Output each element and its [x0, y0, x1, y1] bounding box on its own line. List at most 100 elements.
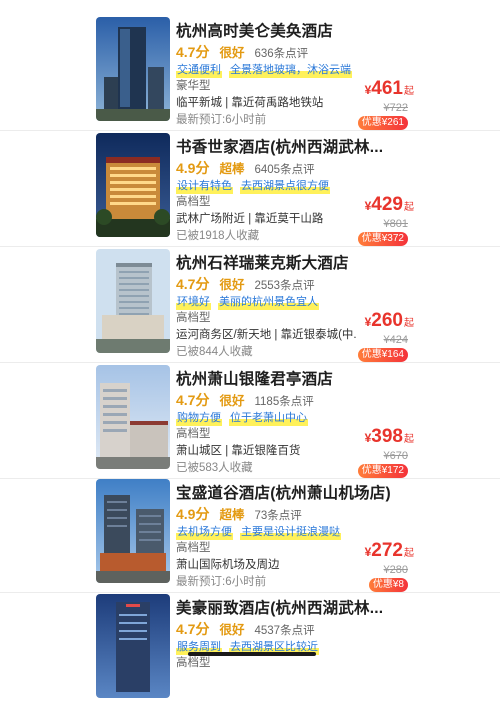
discount-badge: 优惠¥261: [357, 116, 408, 130]
rating-score: 4.9分: [176, 160, 210, 176]
price-amount: 260: [371, 310, 403, 331]
rating-score: 4.7分: [176, 276, 210, 292]
feature-tag: 位于老萧山中心: [229, 411, 308, 426]
hotel-photo-image: [96, 365, 170, 469]
price: ¥429起: [365, 194, 414, 216]
hotel-grade: 高档型: [176, 312, 211, 324]
feature-tags: 环境好 美丽的杭州景色宜人: [176, 292, 326, 310]
booking-note: 最新预订:6小时前: [176, 114, 267, 126]
review-count[interactable]: 6405条点评: [254, 164, 314, 176]
hotel-photo[interactable]: [96, 594, 170, 698]
feature-tag: 美丽的杭州景色宜人: [218, 295, 319, 310]
hotel-photo[interactable]: [96, 133, 170, 237]
hotel-photo[interactable]: [96, 17, 170, 121]
hotel-photo[interactable]: [96, 249, 170, 353]
hotel-name[interactable]: 杭州高时美仑美奂酒店: [176, 19, 476, 41]
rating-word: 很好: [219, 394, 245, 408]
hotel-card[interactable]: 美豪丽致酒店(杭州西湖武林... 4.7分 很好 4537条点评 服务周到 去西湖景区…: [0, 592, 500, 708]
price-amount: 429: [371, 194, 403, 215]
hotel-photo-image: [96, 479, 170, 583]
review-count[interactable]: 4537条点评: [254, 625, 314, 637]
price: ¥398起: [365, 426, 414, 448]
feature-tags: 购物方便 位于老萧山中心: [176, 408, 315, 426]
rating-score: 4.9分: [176, 506, 210, 522]
rating-score: 4.7分: [176, 621, 210, 637]
hotel-name[interactable]: 书香世家酒店(杭州西湖武林...: [176, 135, 476, 157]
feature-tag: 全景落地玻璃，沐浴云端: [229, 63, 352, 78]
price-amount: 272: [371, 540, 403, 561]
review-count[interactable]: 2553条点评: [254, 280, 314, 292]
rating-score: 4.7分: [176, 392, 210, 408]
price: ¥260起: [365, 310, 414, 332]
hotel-photo[interactable]: [96, 479, 170, 583]
rating-row: 4.9分 超棒 73条点评: [176, 504, 302, 522]
review-count[interactable]: 73条点评: [254, 510, 301, 522]
feature-tags: 去机场方便 主要是设计挺浪漫哒: [176, 522, 348, 540]
rating-row: 4.9分 超棒 6405条点评: [176, 158, 315, 176]
discount-badge: 优惠¥164: [357, 348, 408, 362]
hotel-name[interactable]: 宝盛道谷酒店(杭州萧山机场店): [176, 481, 476, 503]
price-amount: 398: [371, 426, 403, 447]
rating-word: 超棒: [219, 162, 245, 176]
hotel-location: 萧山城区 | 靠近银隆百货: [176, 445, 301, 457]
feature-tag: 去西湖景点很方便: [240, 179, 330, 194]
rating-row: 4.7分 很好 1185条点评: [176, 390, 314, 408]
rating-word: 很好: [219, 46, 245, 60]
booking-note: 最新预订:6小时前: [176, 576, 267, 588]
hotel-location: 临平新城 | 靠近荷禹路地铁站: [176, 97, 324, 109]
price: ¥461起: [365, 78, 414, 100]
discount-badge: 优惠¥172: [357, 464, 408, 478]
feature-tags: 交通便利 全景落地玻璃，沐浴云端: [176, 60, 359, 78]
price-suffix: 起: [404, 548, 414, 559]
hotel-grade: 高档型: [176, 657, 211, 669]
hotel-location: 运河商务区/新天地 | 靠近银泰城(中...: [176, 329, 356, 341]
price: ¥272起: [365, 540, 414, 562]
original-price: ¥424: [383, 334, 408, 346]
hotel-photo-image: [96, 249, 170, 353]
feature-tag: 主要是设计挺浪漫哒: [240, 525, 341, 540]
rating-word: 很好: [219, 278, 245, 292]
hotel-grade: 高档型: [176, 196, 211, 208]
booking-note: 已被1918人收藏: [176, 230, 260, 242]
hotel-location: 萧山国际机场及周边: [176, 559, 280, 571]
original-price: ¥722: [383, 102, 408, 114]
hotel-photo-image: [96, 594, 170, 698]
hotel-name[interactable]: 杭州萧山银隆君亭酒店: [176, 367, 476, 389]
rating-row: 4.7分 很好 4537条点评: [176, 619, 315, 637]
price-suffix: 起: [404, 318, 414, 329]
hotel-photo[interactable]: [96, 365, 170, 469]
feature-tags: 设计有特色 去西湖景点很方便: [176, 176, 337, 194]
price-amount: 461: [371, 78, 403, 99]
review-count[interactable]: 1185条点评: [254, 396, 313, 408]
feature-tag: 交通便利: [176, 63, 222, 78]
hotel-location: 武林广场附近 | 靠近莫干山路: [176, 213, 324, 225]
feature-tag: 环境好: [176, 295, 211, 310]
discount-badge: 优惠¥8: [368, 578, 408, 592]
home-indicator[interactable]: [188, 652, 316, 656]
hotel-photo-image: [96, 17, 170, 121]
hotel-grade: 高档型: [176, 542, 211, 554]
hotel-card[interactable]: 书香世家酒店(杭州西湖武林... 4.9分 超棒 6405条点评 设计有特色 去西湖景…: [0, 131, 500, 247]
original-price: ¥801: [383, 218, 408, 230]
feature-tag: 去机场方便: [176, 525, 233, 540]
hotel-grade: 高档型: [176, 428, 211, 440]
feature-tag: 设计有特色: [176, 179, 233, 194]
hotel-card[interactable]: 宝盛道谷酒店(杭州萧山机场店) 4.9分 超棒 73条点评 去机场方便 主要是设计挺浪…: [0, 477, 500, 593]
rating-row: 4.7分 很好 2553条点评: [176, 274, 315, 292]
original-price: ¥670: [383, 450, 408, 462]
hotel-name[interactable]: 美豪丽致酒店(杭州西湖武林...: [176, 596, 476, 618]
review-count[interactable]: 636条点评: [254, 48, 308, 60]
rating-word: 超棒: [219, 508, 245, 522]
discount-badge: 优惠¥372: [357, 232, 408, 246]
hotel-card[interactable]: 杭州萧山银隆君亭酒店 4.7分 很好 1185条点评 购物方便 位于老萧山中心 高档型…: [0, 363, 500, 479]
hotel-photo-image: [96, 133, 170, 237]
booking-note: 已被583人收藏: [176, 462, 253, 474]
hotel-card[interactable]: 杭州石祥瑞莱克斯大酒店 4.7分 很好 2553条点评 环境好 美丽的杭州景色宜人 高…: [0, 247, 500, 363]
rating-word: 很好: [219, 623, 245, 637]
price-suffix: 起: [404, 434, 414, 445]
feature-tag: 购物方便: [176, 411, 222, 426]
price-suffix: 起: [404, 86, 414, 97]
booking-note: 已被844人收藏: [176, 346, 253, 358]
hotel-name[interactable]: 杭州石祥瑞莱克斯大酒店: [176, 251, 476, 273]
hotel-card[interactable]: 杭州高时美仑美奂酒店 4.7分 很好 636条点评 交通便利 全景落地玻璃，沐浴云端 …: [0, 15, 500, 131]
